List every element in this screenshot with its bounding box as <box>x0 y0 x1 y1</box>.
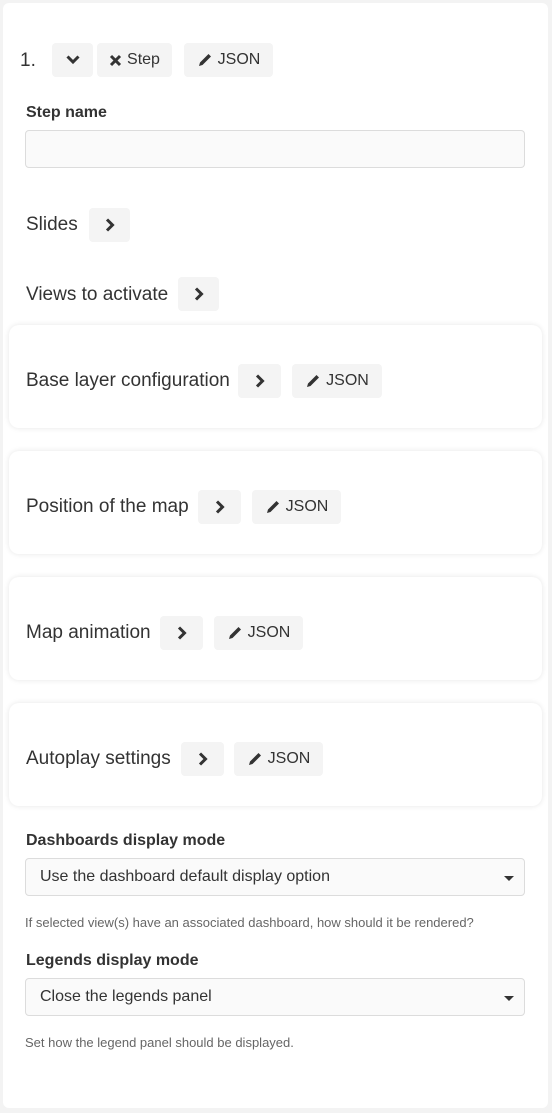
caret-down-icon <box>504 876 514 881</box>
chevron-right-icon <box>198 752 208 766</box>
step-number: 1. <box>20 50 36 71</box>
animation-label: Map animation <box>26 622 151 643</box>
animation-expand-button[interactable] <box>160 616 203 650</box>
views-expand-button[interactable] <box>178 277 219 311</box>
slides-expand-button[interactable] <box>89 208 130 242</box>
chevron-right-icon <box>177 626 187 640</box>
edit-step-json-label: JSON <box>217 51 261 68</box>
position-label: Position of the map <box>26 496 189 517</box>
dashboards-selected-value: Use the dashboard default display option <box>40 868 330 885</box>
chevron-right-icon <box>105 218 115 232</box>
chevron-right-icon <box>255 374 265 388</box>
views-label: Views to activate <box>26 284 169 305</box>
pencil-icon <box>198 54 211 66</box>
dashboards-select[interactable]: Use the dashboard default display option <box>25 858 525 896</box>
step-name-label: Step name <box>26 104 107 121</box>
legends-select[interactable]: Close the legends panel <box>25 978 525 1016</box>
slides-label: Slides <box>26 214 78 235</box>
caret-down-icon <box>504 996 514 1001</box>
remove-step-label: Step <box>127 51 160 68</box>
legends-selected-value: Close the legends panel <box>40 988 212 1005</box>
base-layer-json-label: JSON <box>326 372 369 389</box>
legends-label: Legends display mode <box>26 952 199 969</box>
base-layer-label: Base layer configuration <box>26 370 230 391</box>
dashboards-help-text: If selected view(s) have an associated d… <box>25 915 474 930</box>
position-json-label: JSON <box>285 498 329 515</box>
position-json-button[interactable]: JSON <box>252 490 341 524</box>
step-editor-panel <box>3 3 548 1108</box>
collapse-step-button[interactable] <box>52 43 93 77</box>
autoplay-label: Autoplay settings <box>26 748 171 769</box>
dashboards-label: Dashboards display mode <box>26 832 226 849</box>
base-layer-json-button[interactable]: JSON <box>292 364 382 398</box>
chevron-down-icon <box>65 55 80 65</box>
remove-step-button[interactable]: Step <box>97 43 172 77</box>
autoplay-json-button[interactable]: JSON <box>234 742 323 776</box>
pencil-icon <box>266 501 279 513</box>
pencil-icon <box>307 375 320 387</box>
chevron-right-icon <box>194 287 204 301</box>
autoplay-json-label: JSON <box>267 750 311 767</box>
legends-help-text: Set how the legend panel should be displ… <box>25 1035 294 1050</box>
chevron-right-icon <box>215 500 225 514</box>
animation-json-label: JSON <box>247 624 291 641</box>
pencil-icon <box>228 627 241 639</box>
base-layer-expand-button[interactable] <box>238 364 281 398</box>
edit-step-json-button[interactable]: JSON <box>184 43 273 77</box>
animation-json-button[interactable]: JSON <box>214 616 303 650</box>
autoplay-expand-button[interactable] <box>181 742 224 776</box>
position-expand-button[interactable] <box>198 490 241 524</box>
step-name-input[interactable] <box>25 130 525 168</box>
x-icon <box>109 54 122 66</box>
pencil-icon <box>248 753 261 765</box>
